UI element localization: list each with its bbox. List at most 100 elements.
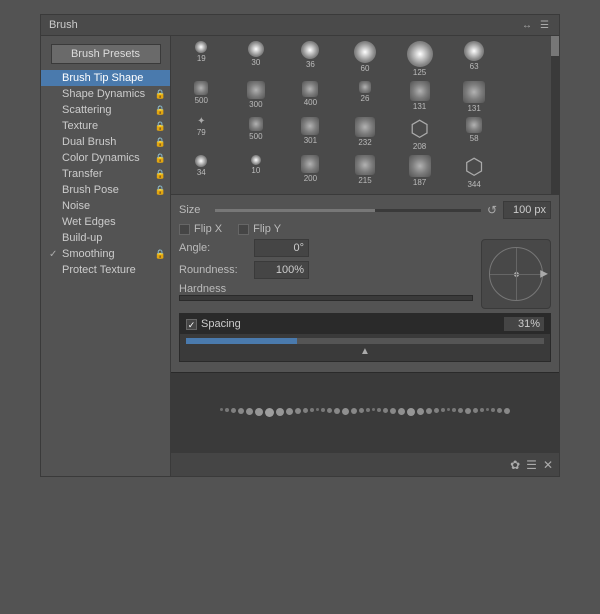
preset-number: 131 — [413, 102, 426, 111]
preset-spacer — [525, 117, 533, 125]
preset-number: 500 — [249, 132, 262, 141]
menu-label-7: Brush Pose — [62, 184, 162, 196]
menu-item-wet-edges[interactable]: Wet Edges — [41, 214, 170, 230]
menu-item-build-up[interactable]: Build-up — [41, 230, 170, 246]
flip-y-label[interactable]: Flip Y — [238, 223, 281, 235]
menu-item-dual-brush[interactable]: Dual Brush 🔒 — [41, 134, 170, 150]
preview-dots — [212, 400, 518, 425]
preset-number: 26 — [361, 94, 370, 103]
size-reset-icon[interactable]: ↺ — [487, 203, 497, 217]
preset-item[interactable]: 187 — [393, 154, 446, 190]
menu-item-texture[interactable]: Texture 🔒 — [41, 118, 170, 134]
roundness-input[interactable] — [254, 261, 309, 279]
preview-dot — [417, 408, 424, 415]
preview-dot — [465, 408, 471, 414]
lock-icon-2: 🔒 — [155, 105, 166, 116]
size-value[interactable]: 100 px — [503, 201, 551, 219]
preset-item[interactable] — [502, 154, 555, 190]
spacing-value-input[interactable] — [504, 317, 544, 331]
spacing-slider[interactable] — [186, 338, 544, 344]
preset-item[interactable]: 60 — [339, 40, 392, 78]
preview-dot — [497, 408, 502, 413]
flip-x-label[interactable]: Flip X — [179, 223, 222, 235]
spacing-checkbox-label[interactable]: Spacing — [186, 318, 241, 330]
roundness-label: Roundness: — [179, 264, 254, 276]
flip-y-checkbox[interactable] — [238, 224, 249, 235]
preview-dot — [383, 408, 388, 413]
menu-item-transfer[interactable]: Transfer 🔒 — [41, 166, 170, 182]
preset-item[interactable]: 400 — [284, 80, 337, 114]
spacing-label: Spacing — [201, 318, 241, 330]
panel-menu-icon[interactable]: ☰ — [538, 20, 551, 31]
preset-item[interactable]: 34 — [175, 154, 228, 190]
spacing-checkbox[interactable] — [186, 319, 197, 330]
preset-item[interactable]: 500 — [230, 116, 283, 152]
preset-item[interactable]: 125 — [393, 40, 446, 78]
preview-dot — [372, 408, 375, 411]
preset-item[interactable]: 200 — [284, 154, 337, 190]
preset-item[interactable]: 500 — [175, 80, 228, 114]
preset-item[interactable]: 300 — [230, 80, 283, 114]
preset-number: 500 — [195, 96, 208, 105]
menu-item-scattering[interactable]: Scattering 🔒 — [41, 102, 170, 118]
preset-item[interactable]: 26 — [339, 80, 392, 114]
wheel-cross-v — [516, 248, 517, 300]
menu-item-brush-pose[interactable]: Brush Pose 🔒 — [41, 182, 170, 198]
menu-item-noise[interactable]: Noise — [41, 198, 170, 214]
flip-area: Flip X Flip Y — [179, 223, 551, 235]
preset-item[interactable]: 58 — [448, 116, 501, 152]
brush-presets-button[interactable]: Brush Presets — [51, 44, 161, 64]
preset-number: 63 — [470, 62, 479, 71]
menu-label-6: Transfer — [62, 168, 162, 180]
preset-brush-hex: ⬡ — [462, 155, 486, 179]
bottom-icon-1[interactable]: ✿ — [510, 458, 520, 472]
preset-item[interactable]: ✦79 — [175, 116, 228, 152]
preview-dot — [447, 408, 450, 411]
preset-item[interactable] — [502, 80, 555, 114]
preset-number: 30 — [251, 58, 260, 67]
angle-wheel[interactable]: ▶ — [481, 239, 551, 309]
hardness-row: Hardness — [179, 283, 473, 301]
menu-item-shape-dynamics[interactable]: Shape Dynamics 🔒 — [41, 86, 170, 102]
preset-item[interactable]: 36 — [284, 40, 337, 78]
preset-item[interactable] — [502, 116, 555, 152]
angle-input[interactable] — [254, 239, 309, 257]
preset-item[interactable]: 232 — [339, 116, 392, 152]
preset-brush-circle — [195, 155, 207, 167]
bottom-icon-3[interactable]: ✕ — [543, 458, 553, 472]
preset-item[interactable]: 63 — [448, 40, 501, 78]
preset-item[interactable] — [502, 40, 555, 78]
preview-dot — [303, 408, 308, 413]
preset-item[interactable]: 30 — [230, 40, 283, 78]
preset-spacer — [525, 155, 533, 163]
preset-brush-tex — [302, 81, 318, 97]
preset-item[interactable]: 19 — [175, 40, 228, 78]
preset-item[interactable]: 215 — [339, 154, 392, 190]
menu-label-4: Dual Brush — [62, 136, 162, 148]
hardness-slider[interactable] — [179, 295, 473, 301]
flip-x-checkbox[interactable] — [179, 224, 190, 235]
left-panel: Brush Presets Brush Tip Shape Shape Dyna… — [41, 36, 171, 476]
preview-dot — [491, 408, 495, 412]
preset-brush-tex — [355, 117, 375, 137]
size-slider[interactable] — [215, 209, 481, 212]
preset-item[interactable]: 131 — [448, 80, 501, 114]
menu-item-color-dynamics[interactable]: Color Dynamics 🔒 — [41, 150, 170, 166]
menu-item-smoothing[interactable]: ✓ Smoothing 🔒 — [41, 246, 170, 262]
preset-number: 344 — [467, 180, 480, 189]
menu-item-brush-tip-shape[interactable]: Brush Tip Shape — [41, 70, 170, 86]
preset-item[interactable]: ⬡208 — [393, 116, 446, 152]
panel-resize-icon[interactable]: ↔ — [520, 20, 534, 31]
presets-scrollbar[interactable] — [551, 36, 559, 194]
preset-number: 58 — [470, 134, 479, 143]
preset-brush-tex — [466, 117, 482, 133]
presets-grid: 19 30 3660125 63 500 300400 26 131 131 ✦79 500 3012… — [175, 40, 555, 190]
preset-item[interactable]: ⬡344 — [448, 154, 501, 190]
preset-item[interactable]: 10 — [230, 154, 283, 190]
preset-item[interactable]: 301 — [284, 116, 337, 152]
preset-item[interactable]: 131 — [393, 80, 446, 114]
preview-dot — [231, 408, 236, 413]
bottom-icon-2[interactable]: ☰ — [526, 458, 537, 472]
preset-brush-circle — [464, 41, 484, 61]
menu-item-protect-texture[interactable]: Protect Texture — [41, 262, 170, 278]
